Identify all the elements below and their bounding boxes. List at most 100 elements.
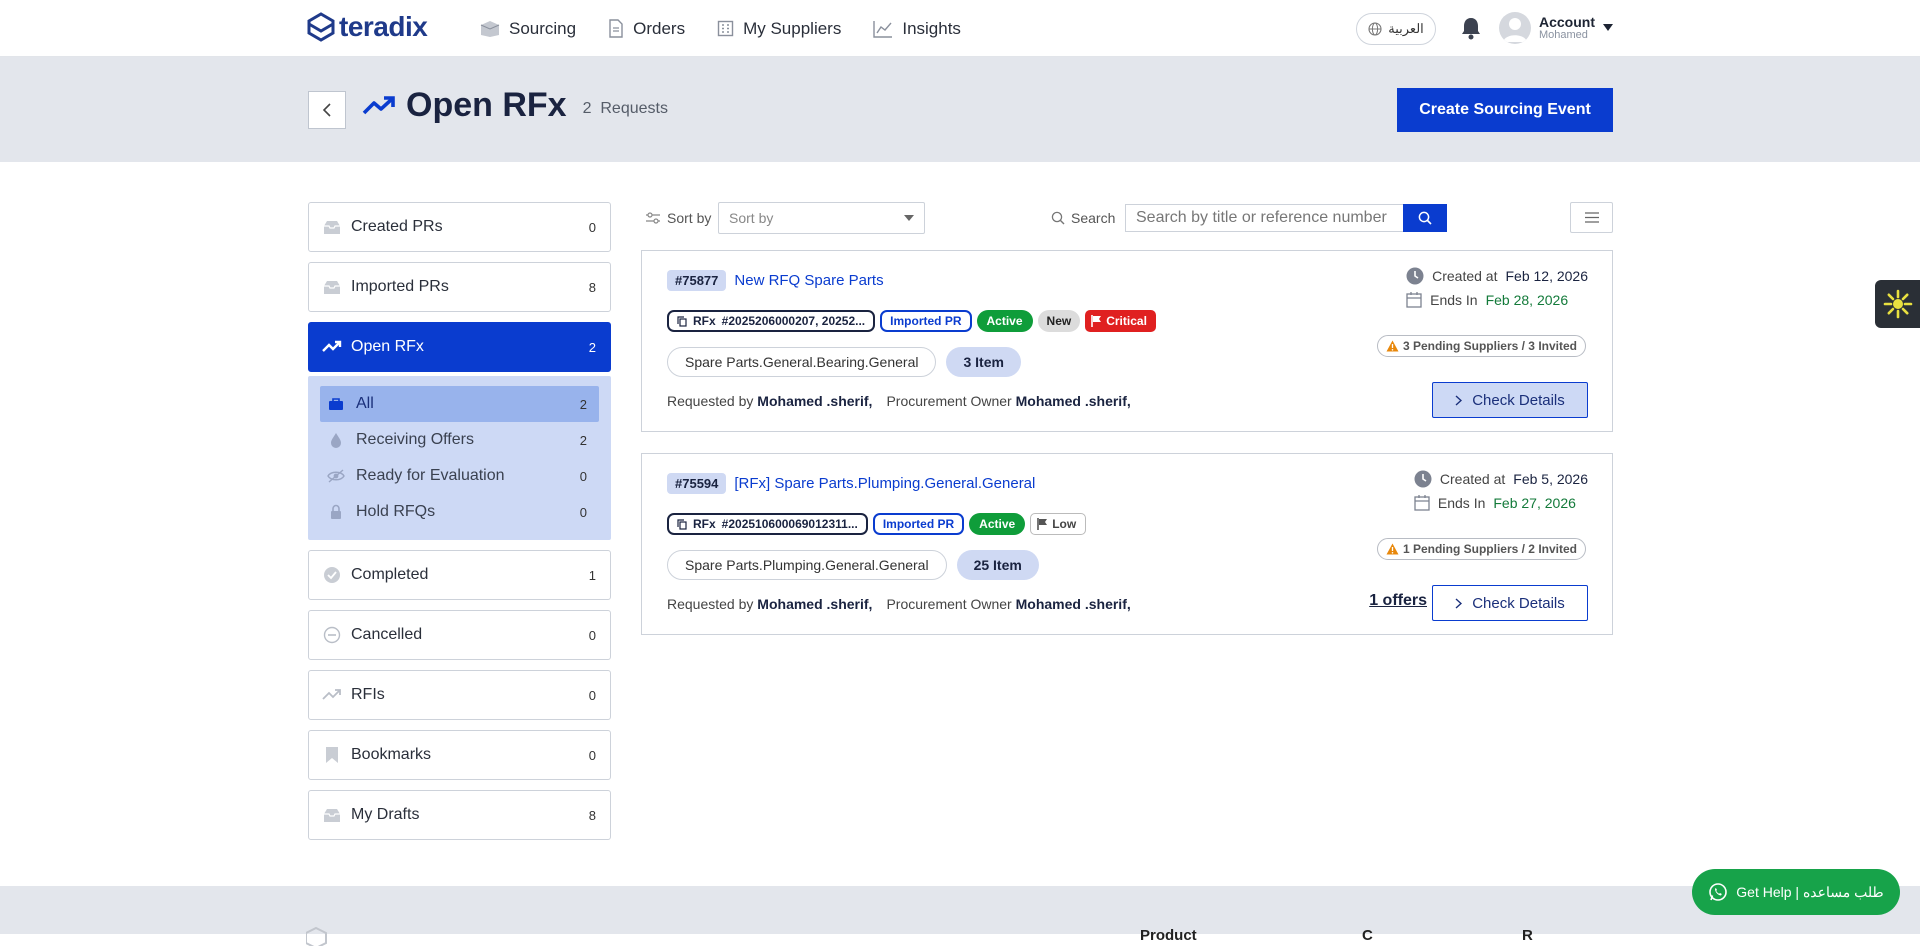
nav-item-sourcing[interactable]: Sourcing <box>480 19 576 39</box>
card-header: #75594 [RFx] Spare Parts.Plumping.Genera… <box>667 473 1035 494</box>
get-help-button[interactable]: Get Help | طلب مساعده <box>1692 869 1900 915</box>
filter-ready-for-evaluation[interactable]: Ready for Evaluation 0 <box>320 458 599 494</box>
sidebar-item-count: 1 <box>588 567 596 583</box>
sidebar-item-count: 0 <box>588 747 596 763</box>
item-count-pill: 25 Item <box>956 550 1039 580</box>
sidebar-item-open-rfx[interactable]: Open RFx 2 <box>308 322 611 372</box>
account-text: Account Mohamed <box>1539 15 1595 41</box>
offers-link[interactable]: 1 offers <box>1369 592 1427 610</box>
nav-item-my-suppliers[interactable]: My Suppliers <box>717 19 841 39</box>
source-badge: Imported PR <box>880 310 972 332</box>
teradix-logo[interactable]: teradix <box>307 11 428 43</box>
filter-count: 0 <box>579 468 587 484</box>
filter-count: 0 <box>579 504 587 520</box>
sidebar-item-label: My Drafts <box>351 806 420 823</box>
priority-label: Low <box>1052 517 1077 531</box>
pending-suppliers-badge: 3 Pending Suppliers / 3 Invited <box>1376 335 1586 357</box>
rfx-title-link[interactable]: [RFx] Spare Parts.Plumping.General.Gener… <box>734 475 1035 492</box>
footer-logo-icon <box>306 926 327 946</box>
status-badge: Active <box>969 513 1026 535</box>
back-button[interactable] <box>308 91 346 129</box>
whatsapp-icon <box>1709 883 1728 901</box>
rfx-numbers-pill[interactable]: RFx #2025206000207, 20252... <box>667 310 876 332</box>
nav-item-orders[interactable]: Orders <box>608 19 685 39</box>
search-button[interactable] <box>1403 204 1447 232</box>
source-badge: Imported PR <box>872 513 965 535</box>
ends-date: Ends In Feb 28, 2026 <box>1406 291 1568 308</box>
nav-item-insights[interactable]: Insights <box>873 19 961 39</box>
logo-text: teradix <box>339 11 428 42</box>
account-user: Mohamed <box>1539 28 1588 41</box>
warning-icon <box>1386 543 1399 555</box>
ends-value: Feb 27, 2026 <box>1493 494 1576 511</box>
copy-icon <box>677 315 687 327</box>
sidebar-item-label: RFIs <box>351 686 385 703</box>
rfx-title-link[interactable]: New RFQ Spare Parts <box>734 272 883 289</box>
flag-icon <box>1091 315 1102 327</box>
accessibility-widget[interactable] <box>1875 280 1920 328</box>
request-count-label: Requests <box>600 99 668 117</box>
rfx-type-label: RFx <box>693 517 716 531</box>
page-title: Open RFx <box>406 86 567 124</box>
user-icon <box>1503 18 1527 42</box>
sort-select-value: Sort by <box>729 210 774 226</box>
account-menu[interactable]: Account Mohamed <box>1499 12 1613 44</box>
filter-hold-rfqs[interactable]: Hold RFQs 0 <box>320 494 599 530</box>
sidebar-item-bookmarks[interactable]: Bookmarks 0 <box>308 730 611 780</box>
category-pill: Spare Parts.Plumping.General.General <box>667 550 947 580</box>
sidebar-item-imported-prs[interactable]: Imported PRs 8 <box>308 262 611 312</box>
create-sourcing-event-button[interactable]: Create Sourcing Event <box>1397 88 1613 132</box>
notifications-button[interactable] <box>1460 16 1482 40</box>
rfx-type-label: RFx <box>693 314 716 328</box>
rfx-numbers-pill[interactable]: RFx #202510600069012311... <box>667 513 868 535</box>
view-menu-button[interactable] <box>1570 202 1613 233</box>
sort-select[interactable]: Sort by <box>718 202 925 234</box>
filter-all[interactable]: All 2 <box>320 386 599 422</box>
filter-receiving-offers[interactable]: Receiving Offers 2 <box>320 422 599 458</box>
language-switch[interactable]: العربية <box>1356 13 1436 45</box>
procurement-owner: Procurement Owner Mohamed .sherif, <box>886 596 1130 612</box>
copy-icon <box>677 518 687 530</box>
card-badges: RFx #2025206000207, 20252... Imported PR… <box>667 310 1156 332</box>
building-icon <box>717 20 734 37</box>
sidebar-item-my-drafts[interactable]: My Drafts 8 <box>308 790 611 840</box>
caret-down-icon <box>1603 24 1613 31</box>
nav-label: Sourcing <box>509 18 577 38</box>
ends-date: Ends In Feb 27, 2026 <box>1414 494 1576 511</box>
filter-label: Ready for Evaluation <box>356 467 505 484</box>
filter-label: All <box>356 395 374 412</box>
filter-count: 2 <box>579 396 587 412</box>
created-label: Created at <box>1439 471 1506 487</box>
chart-icon <box>873 20 893 38</box>
rfx-card: #75877 New RFQ Spare Parts RFx #20252060… <box>641 250 1613 432</box>
warning-icon <box>1386 340 1399 352</box>
sidebar-item-count: 0 <box>588 627 596 643</box>
sidebar-item-count: 8 <box>588 807 596 823</box>
requested-by: Requested by Mohamed .sherif, <box>667 596 872 612</box>
check-details-label: Check Details <box>1472 594 1565 612</box>
sidebar-item-count: 2 <box>588 339 596 355</box>
check-details-button[interactable]: Check Details <box>1432 585 1588 621</box>
sort-label-group: Sort by <box>645 210 711 226</box>
check-details-button[interactable]: Check Details <box>1432 382 1588 418</box>
search-input[interactable] <box>1125 204 1405 232</box>
sidebar-item-label: Open RFx <box>351 338 424 355</box>
caret-down-icon <box>904 215 914 221</box>
sidebar-item-completed[interactable]: Completed 1 <box>308 550 611 600</box>
card-header: #75877 New RFQ Spare Parts <box>667 270 884 291</box>
calendar-icon <box>1406 292 1422 308</box>
card-dates: Created at Feb 12, 2026 Ends In Feb 28, … <box>1406 267 1588 308</box>
clock-icon <box>1414 470 1432 488</box>
search-icon <box>1051 211 1065 225</box>
briefcase-icon <box>329 398 343 410</box>
sidebar-item-created-prs[interactable]: Created PRs 0 <box>308 202 611 252</box>
footer-column-title: R <box>1522 927 1533 944</box>
sidebar-item-cancelled[interactable]: Cancelled 0 <box>308 610 611 660</box>
account-label: Account <box>1539 13 1595 30</box>
sidebar-item-rfis[interactable]: RFIs 0 <box>308 670 611 720</box>
inbox-icon <box>324 221 340 234</box>
pending-suppliers-text: 3 Pending Suppliers / 3 Invited <box>1402 339 1577 353</box>
get-help-label: Get Help | طلب مساعده <box>1736 883 1884 900</box>
rfx-numbers: #202510600069012311... <box>721 517 858 531</box>
requested-by-label: Requested by <box>667 393 754 409</box>
